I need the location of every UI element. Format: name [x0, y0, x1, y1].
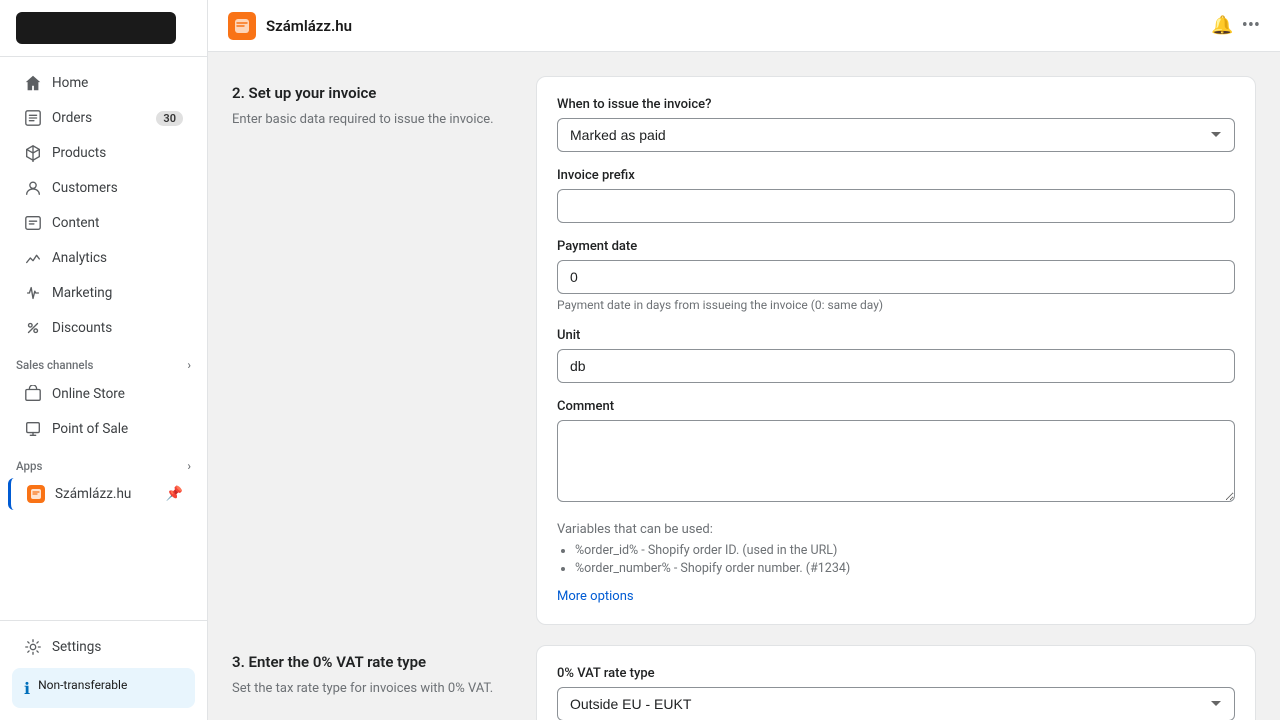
sidebar: Home Orders 30 Products Customers	[0, 0, 208, 720]
topbar: Számlázz.hu 🔔 •••	[208, 0, 1280, 52]
pin-icon: 📌	[166, 486, 183, 502]
non-transferable-banner: ℹ Non-transferable	[12, 668, 195, 708]
sales-channels-section-label[interactable]: Sales channels ›	[0, 346, 207, 376]
content-icon	[24, 214, 42, 232]
comment-field: Comment	[557, 399, 1235, 506]
section-2-card: When to issue the invoice? Marked as pai…	[536, 76, 1256, 625]
sales-channels-chevron: ›	[187, 358, 191, 372]
section-2-heading: 2. Set up your invoice	[232, 84, 512, 102]
unit-input[interactable]	[557, 349, 1235, 383]
sidebar-logo	[0, 0, 207, 57]
sidebar-item-point-of-sale[interactable]: Point of Sale	[8, 412, 199, 446]
section-2-description: 2. Set up your invoice Enter basic data …	[232, 76, 512, 130]
sidebar-item-settings[interactable]: Settings	[8, 630, 199, 664]
variables-section: Variables that can be used: %order_id% -…	[557, 522, 1235, 604]
invoice-prefix-label: Invoice prefix	[557, 168, 1235, 183]
more-menu-icon[interactable]: •••	[1242, 15, 1260, 36]
sidebar-item-discounts-label: Discounts	[52, 320, 112, 336]
vat-rate-field: 0% VAT rate type Outside EU - EUKT Domes…	[557, 666, 1235, 720]
sidebar-item-orders[interactable]: Orders 30	[8, 101, 199, 135]
orders-icon	[24, 109, 42, 127]
non-transferable-text: Non-transferable	[38, 678, 127, 692]
sidebar-footer: Settings ℹ Non-transferable	[0, 620, 207, 720]
sidebar-item-content[interactable]: Content	[8, 206, 199, 240]
sidebar-item-szamlazz[interactable]: Számlázz.hu 📌	[8, 478, 199, 510]
payment-date-input[interactable]	[557, 260, 1235, 294]
apps-section-label[interactable]: Apps ›	[0, 447, 207, 477]
home-icon	[24, 74, 42, 92]
szamlazz-label: Számlázz.hu	[55, 486, 131, 502]
bell-icon[interactable]: 🔔	[1211, 15, 1233, 36]
sidebar-item-products[interactable]: Products	[8, 136, 199, 170]
marketing-icon	[24, 284, 42, 302]
section-3-description: 3. Enter the 0% VAT rate type Set the ta…	[232, 645, 512, 699]
when-to-issue-select[interactable]: Marked as paid On order creation Manuall…	[557, 118, 1235, 152]
settings-label: Settings	[52, 639, 101, 655]
sidebar-item-orders-label: Orders	[52, 110, 92, 126]
settings-icon	[24, 638, 42, 656]
payment-date-label: Payment date	[557, 239, 1235, 254]
section-2-desc-text: Enter basic data required to issue the i…	[232, 110, 512, 130]
sidebar-item-products-label: Products	[52, 145, 106, 161]
sidebar-item-online-store[interactable]: Online Store	[8, 377, 199, 411]
comment-textarea[interactable]	[557, 420, 1235, 502]
topbar-app-icon	[228, 12, 256, 40]
topbar-title: Számlázz.hu	[266, 17, 352, 35]
section-3-desc-text: Set the tax rate type for invoices with …	[232, 679, 512, 699]
online-store-icon	[24, 385, 42, 403]
szamlazz-app-icon	[27, 485, 45, 503]
main-content: Számlázz.hu 🔔 ••• 2. Set up your invoice…	[208, 0, 1280, 720]
section-2-row: 2. Set up your invoice Enter basic data …	[232, 76, 1256, 625]
info-icon: ℹ	[24, 679, 30, 698]
unit-field: Unit	[557, 328, 1235, 383]
payment-date-hint: Payment date in days from issueing the i…	[557, 298, 1235, 312]
sidebar-item-home-label: Home	[52, 75, 88, 91]
sidebar-item-pos-label: Point of Sale	[52, 421, 128, 437]
customers-icon	[24, 179, 42, 197]
apps-chevron: ›	[187, 459, 191, 473]
unit-label: Unit	[557, 328, 1235, 343]
store-logo	[16, 12, 176, 44]
sidebar-navigation: Home Orders 30 Products Customers	[0, 57, 207, 620]
sidebar-item-analytics-label: Analytics	[52, 250, 107, 266]
variable-list: %order_id% - Shopify order ID. (used in …	[557, 543, 1235, 576]
more-options-link[interactable]: More options	[557, 589, 634, 604]
sidebar-item-analytics[interactable]: Analytics	[8, 241, 199, 275]
analytics-icon	[24, 249, 42, 267]
section-3-heading: 3. Enter the 0% VAT rate type	[232, 653, 512, 671]
pos-icon	[24, 420, 42, 438]
variable-item-2: %order_number% - Shopify order number. (…	[575, 561, 1235, 576]
sidebar-item-online-store-label: Online Store	[52, 386, 125, 402]
products-icon	[24, 144, 42, 162]
topbar-actions: 🔔 •••	[1211, 15, 1260, 36]
sidebar-item-marketing[interactable]: Marketing	[8, 276, 199, 310]
sidebar-item-marketing-label: Marketing	[52, 285, 112, 301]
invoice-prefix-field: Invoice prefix	[557, 168, 1235, 223]
page-sections: 2. Set up your invoice Enter basic data …	[208, 52, 1280, 720]
section-3-card: 0% VAT rate type Outside EU - EUKT Domes…	[536, 645, 1256, 720]
sidebar-item-customers[interactable]: Customers	[8, 171, 199, 205]
payment-date-field: Payment date Payment date in days from i…	[557, 239, 1235, 312]
sidebar-item-content-label: Content	[52, 215, 99, 231]
orders-badge: 30	[156, 111, 183, 126]
sidebar-item-customers-label: Customers	[52, 180, 118, 196]
when-to-issue-field: When to issue the invoice? Marked as pai…	[557, 97, 1235, 152]
invoice-prefix-input[interactable]	[557, 189, 1235, 223]
sidebar-item-home[interactable]: Home	[8, 66, 199, 100]
sidebar-item-discounts[interactable]: Discounts	[8, 311, 199, 345]
section-3-row: 3. Enter the 0% VAT rate type Set the ta…	[232, 645, 1256, 720]
vat-rate-select[interactable]: Outside EU - EUKT Domestic 0% EU VAT exe…	[557, 687, 1235, 720]
when-to-issue-label: When to issue the invoice?	[557, 97, 1235, 112]
variables-title: Variables that can be used:	[557, 522, 1235, 537]
comment-label: Comment	[557, 399, 1235, 414]
vat-rate-label: 0% VAT rate type	[557, 666, 1235, 681]
discounts-icon	[24, 319, 42, 337]
variable-item-1: %order_id% - Shopify order ID. (used in …	[575, 543, 1235, 558]
